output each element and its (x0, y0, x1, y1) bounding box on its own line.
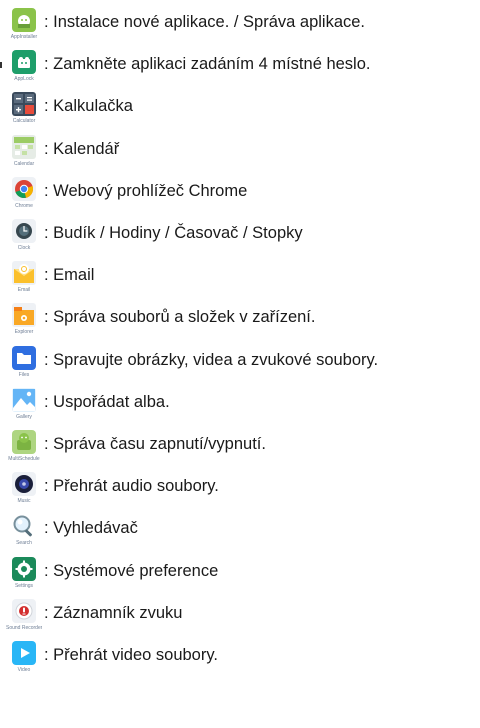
app-installer-icon (12, 8, 36, 32)
list-item: MultiSchedule : Správa času zapnutí/vypnu… (0, 428, 480, 472)
app-caption: Gallery (16, 413, 32, 420)
list-item: Search : Vyhledávač (0, 512, 480, 556)
app-caption: AppInstaller (10, 34, 38, 40)
clock-icon (12, 219, 36, 243)
app-description: : Instalace nové aplikace. / Správa apli… (44, 13, 366, 31)
chrome-icon (12, 176, 36, 201)
sound-recorder-icon (12, 598, 36, 623)
app-caption: Clock (17, 245, 31, 251)
app-description: : Zamkněte aplikaci zadáním 4 místné hes… (44, 55, 371, 74)
calendar-icon (12, 134, 36, 159)
app-lock-icon (12, 50, 36, 75)
app-icon-tile: Email (6, 259, 42, 303)
app-caption: Chrome (15, 202, 33, 209)
app-icon-tile: Video (6, 639, 42, 683)
app-description: : Systémové preference (44, 561, 219, 580)
list-item: Calendar : Kalendář (0, 133, 480, 177)
app-caption: Video (17, 667, 31, 673)
app-caption: Search (16, 540, 32, 547)
app-icon-tile: MultiSchedule (6, 428, 42, 472)
app-caption: Settings (14, 582, 34, 589)
app-icon-tile: Calculator (6, 90, 42, 134)
schedule-icon (12, 430, 36, 454)
app-description: : Správa času zapnutí/vypnutí. (44, 435, 266, 453)
app-icon-tile: Files (6, 344, 42, 388)
app-description: : Webový prohlížeč Chrome (44, 181, 248, 200)
list-item: Calculator : Kalkulačka (0, 90, 480, 134)
list-item: Gallery : Uspořádat alba. (0, 386, 480, 430)
list-item: Clock : Budík / Hodiny / Časovač / Stopky (0, 217, 480, 261)
app-description: : Záznamník zvuku (44, 603, 183, 622)
explorer-icon (12, 303, 36, 328)
app-caption: Calculator (12, 118, 36, 125)
app-icon-tile: Calendar (6, 133, 42, 177)
list-item: AppLock : Zamkněte aplikaci zadáním 4 mís… (0, 48, 480, 92)
app-caption: Sound Recorder (6, 624, 42, 631)
app-caption: Music (17, 498, 31, 505)
settings-icon (12, 556, 36, 581)
search-icon (12, 514, 36, 538)
app-description: : Přehrát audio soubory. (44, 477, 219, 496)
calculator-icon (12, 92, 36, 117)
app-caption: Calendar (13, 160, 35, 167)
app-description: : Přehrát video soubory. (44, 646, 218, 664)
app-caption: Email (17, 287, 31, 294)
app-description: : Budík / Hodiny / Časovač / Stopky (44, 224, 303, 242)
app-icon-tile: Gallery (6, 386, 42, 430)
app-description: : Kalendář (44, 139, 120, 158)
list-item: Sound Recorder: Záznamník zvuku (0, 597, 480, 641)
list-item: Video : Přehrát video soubory. (0, 639, 480, 683)
gallery-icon (12, 387, 36, 412)
app-description: : Vyhledávač (44, 519, 138, 538)
app-icon-tile: Music (6, 470, 42, 514)
video-icon (12, 641, 36, 665)
list-item: AppInstaller : Instalace nové aplikace. /… (0, 6, 480, 50)
app-icon-tile: Clock (6, 217, 42, 261)
files-icon (12, 345, 36, 370)
app-caption: Files (18, 371, 30, 378)
app-caption: MultiSchedule (8, 456, 40, 462)
app-description: : Uspořádat alba. (44, 392, 170, 411)
list-item: Explorer : Správa souborů a složek v zaří… (0, 301, 480, 345)
app-description: : Spravujte obrázky, videa a zvukové sou… (44, 350, 379, 369)
list-item: Email : Email (0, 259, 480, 303)
list-item: Files : Spravujte obrázky, videa a zvukov… (0, 344, 480, 388)
list-item: Chrome : Webový prohlížeč Chrome (0, 175, 480, 219)
email-icon (12, 261, 36, 286)
list-item: Music : Přehrát audio soubory. (0, 470, 480, 514)
app-caption: Explorer (14, 329, 34, 336)
music-icon (12, 472, 36, 497)
app-icon-tile: Explorer (6, 301, 42, 345)
app-icon-tile: AppLock (6, 48, 42, 92)
app-icon-tile: Chrome (6, 175, 42, 219)
app-description: : Email (44, 266, 95, 285)
app-icon-tile: Sound Recorder (6, 597, 42, 641)
app-icon-tile: Search (6, 512, 42, 556)
app-caption: AppLock (14, 76, 34, 83)
list-item: Settings : Systémové preference (0, 555, 480, 599)
app-description: : Správa souborů a složek v zařízení. (44, 308, 316, 327)
app-icon-tile: AppInstaller (6, 6, 42, 50)
app-description: : Kalkulačka (44, 97, 133, 116)
app-icon-tile: Settings (6, 555, 42, 599)
